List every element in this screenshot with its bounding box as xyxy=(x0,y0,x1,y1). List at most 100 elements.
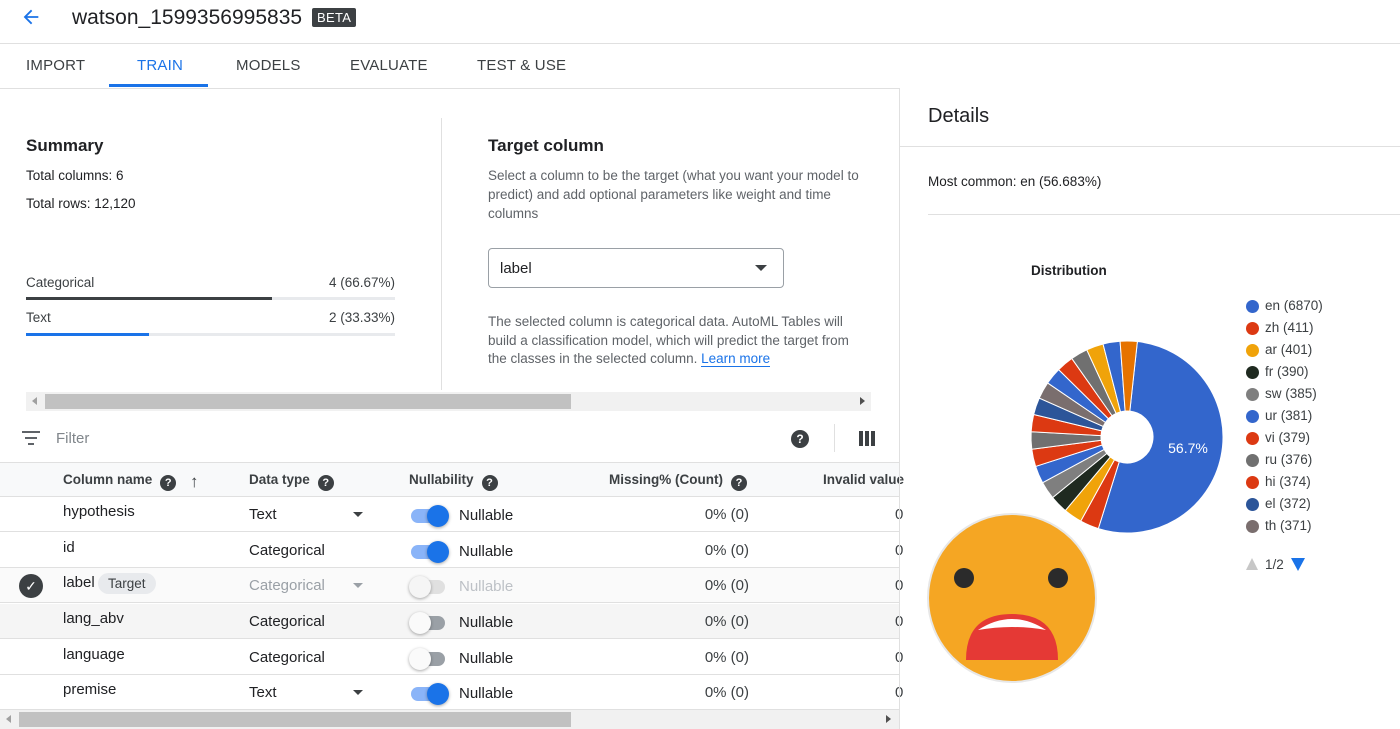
table-row[interactable]: id Categorical Nullable 0% (0) 0 xyxy=(0,533,903,568)
nullable-label: Nullable xyxy=(459,650,514,667)
chevron-down-icon[interactable] xyxy=(353,690,363,695)
target-column-select[interactable]: label xyxy=(488,248,784,288)
filter-input[interactable]: Filter xyxy=(56,430,89,447)
data-type-value[interactable]: Text xyxy=(249,506,277,523)
data-type-value: Categorical xyxy=(249,613,325,630)
scroll-left-arrow[interactable] xyxy=(32,397,37,405)
back-button[interactable] xyxy=(16,2,46,32)
table-scrollbar[interactable] xyxy=(0,710,899,729)
help-icon[interactable]: ? xyxy=(731,475,747,491)
column-name: premise xyxy=(63,681,117,698)
tab-bar: IMPORT TRAIN MODELS EVALUATE TEST & USE xyxy=(0,44,900,88)
tab-test-use[interactable]: TEST & USE xyxy=(477,44,566,88)
learn-more-link[interactable]: Learn more xyxy=(701,351,771,367)
target-note: The selected column is categorical data.… xyxy=(488,313,863,369)
legend-label: th (371) xyxy=(1265,518,1312,533)
toolbar-divider xyxy=(834,424,835,452)
nullable-toggle[interactable] xyxy=(409,612,449,634)
details-panel-border xyxy=(899,88,900,729)
help-icon[interactable]: ? xyxy=(481,475,498,491)
table-header: Column name? ↑ Data type? Nullability? M… xyxy=(0,462,904,497)
sort-arrow-up-icon[interactable]: ↑ xyxy=(190,472,199,492)
column-name: label xyxy=(63,574,95,591)
data-type-value: Categorical xyxy=(249,542,325,559)
help-icon[interactable]: ? xyxy=(160,475,177,491)
nullable-toggle[interactable] xyxy=(409,683,449,705)
column-name: lang_abv xyxy=(63,610,124,627)
legend-label: el (372) xyxy=(1265,496,1311,511)
details-divider xyxy=(928,214,1400,215)
table-row[interactable]: lang_abv Categorical Nullable 0% (0) 0 xyxy=(0,604,903,639)
section-divider xyxy=(441,118,442,390)
help-icon[interactable]: ? xyxy=(317,475,334,491)
column-display-icon[interactable] xyxy=(859,431,875,446)
type-label: Categorical xyxy=(26,275,95,290)
scroll-right-arrow[interactable] xyxy=(860,397,865,405)
tab-train[interactable]: TRAIN xyxy=(137,44,183,88)
nullable-label: Nullable xyxy=(459,507,514,524)
missing-value: 0% (0) xyxy=(704,506,749,523)
filter-icon[interactable] xyxy=(22,431,40,445)
tab-evaluate[interactable]: EVALUATE xyxy=(350,44,428,88)
scroll-left-arrow[interactable] xyxy=(6,715,11,723)
target-chip: Target xyxy=(98,573,156,594)
legend-label: ur (381) xyxy=(1265,408,1313,423)
legend-swatch xyxy=(1246,388,1259,401)
tab-models[interactable]: MODELS xyxy=(236,44,301,88)
nullable-label: Nullable xyxy=(459,614,514,631)
invalid-values-header: Invalid value xyxy=(823,472,905,487)
help-icon[interactable]: ? xyxy=(791,430,809,448)
arrow-back-icon xyxy=(23,9,39,25)
target-select-value: label xyxy=(500,260,532,277)
table-row[interactable]: hypothesis Text Nullable 0% (0) 0 xyxy=(0,497,903,532)
legend-label: en (6870) xyxy=(1265,298,1323,313)
scroll-thumb[interactable] xyxy=(45,394,571,409)
nullable-label: Nullable xyxy=(459,685,514,702)
table-row[interactable]: language Categorical Nullable 0% (0) 0 xyxy=(0,640,903,675)
categorical-bar xyxy=(26,297,395,300)
scroll-thumb[interactable] xyxy=(19,712,571,727)
missing-value: 0% (0) xyxy=(704,613,749,630)
target-column-title: Target column xyxy=(488,136,604,155)
missing-value: 0% (0) xyxy=(704,577,749,594)
chevron-down-icon xyxy=(353,583,363,588)
pager-up-icon[interactable] xyxy=(1246,558,1258,570)
summary-title: Summary xyxy=(26,136,104,155)
nullable-toggle[interactable] xyxy=(409,648,449,670)
chevron-down-icon[interactable] xyxy=(353,512,363,517)
summary-scrollbar[interactable] xyxy=(26,392,871,411)
pager-down-icon[interactable] xyxy=(1291,558,1305,571)
missing-header: Missing% (Count)? xyxy=(609,472,747,491)
legend-label: hi (374) xyxy=(1265,474,1311,489)
total-rows: Total rows: 12,120 xyxy=(26,196,136,211)
active-tab-indicator xyxy=(109,84,208,87)
column-name: id xyxy=(63,539,75,556)
legend-swatch xyxy=(1246,322,1259,335)
legend-swatch xyxy=(1246,454,1259,467)
column-name-header[interactable]: Column name? xyxy=(63,472,177,491)
dropdown-arrow-icon xyxy=(755,265,767,271)
nullable-label: Nullable xyxy=(459,578,514,595)
legend-swatch xyxy=(1246,300,1259,313)
scroll-right-arrow[interactable] xyxy=(886,715,891,723)
type-value: 2 (33.33%) xyxy=(328,310,395,325)
type-row-text: Text 2 (33.33%) xyxy=(26,310,395,325)
type-row-categorical: Categorical 4 (66.67%) xyxy=(26,275,395,290)
table-row-target[interactable]: ✓ label Target Categorical Nullable 0% (… xyxy=(0,568,903,603)
nullable-toggle xyxy=(409,576,449,598)
target-description: Select a column to be the target (what y… xyxy=(488,168,859,221)
column-name: hypothesis xyxy=(63,503,135,520)
nullable-toggle[interactable] xyxy=(409,541,449,563)
nullable-toggle[interactable] xyxy=(409,505,449,527)
data-type-value: Categorical xyxy=(249,649,325,666)
pager-text: 1/2 xyxy=(1265,557,1284,572)
automl-tables-page: { "header": {"title": "watson_1599356995… xyxy=(0,0,1400,729)
legend-label: ar (401) xyxy=(1265,342,1313,357)
tab-import[interactable]: IMPORT xyxy=(26,44,85,88)
missing-value: 0% (0) xyxy=(704,684,749,701)
total-columns: Total columns: 6 xyxy=(26,168,124,183)
legend-label: zh (411) xyxy=(1265,320,1314,335)
legend-swatch xyxy=(1246,476,1259,489)
table-row[interactable]: premise Text Nullable 0% (0) 0 xyxy=(0,675,903,710)
data-type-value[interactable]: Text xyxy=(249,684,277,701)
